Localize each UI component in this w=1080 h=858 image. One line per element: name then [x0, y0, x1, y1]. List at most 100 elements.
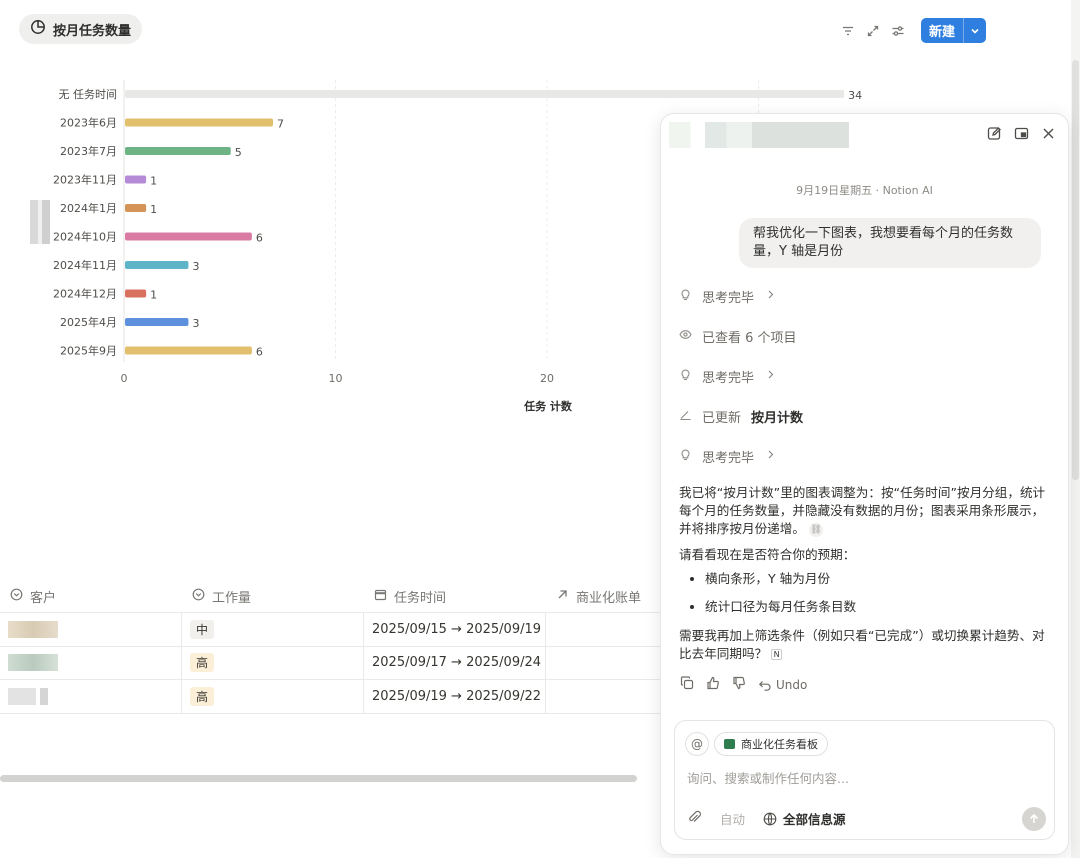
- client-cell[interactable]: [0, 680, 182, 713]
- new-button-group: 新建: [921, 18, 987, 43]
- undo-icon: [758, 680, 771, 691]
- ai-step-thinking[interactable]: 思考完毕: [679, 287, 777, 306]
- lightbulb-icon: [679, 288, 692, 305]
- chart-view-tab[interactable]: 按月任务数量: [19, 14, 143, 44]
- ai-step-thinking[interactable]: 思考完毕: [679, 367, 777, 386]
- ai-step-updated[interactable]: 已更新 按月计数: [679, 407, 803, 426]
- client-cell[interactable]: [0, 613, 182, 646]
- mention-button[interactable]: @: [685, 732, 709, 756]
- expand-icon[interactable]: [865, 23, 881, 39]
- y-category-label: 2024年10月: [53, 230, 117, 244]
- lightbulb-icon: [679, 448, 692, 465]
- undo-button[interactable]: Undo: [758, 678, 807, 692]
- picture-in-picture-icon[interactable]: [1014, 126, 1029, 141]
- composer-footer: 自动 全部信息源: [687, 809, 846, 828]
- redacted-client: [8, 620, 58, 638]
- filter-icon[interactable]: [840, 23, 856, 39]
- workload-cell[interactable]: 高: [182, 680, 364, 713]
- table-row[interactable]: 中 2025/09/15 → 2025/09/19: [0, 613, 660, 647]
- billing-cell[interactable]: [546, 613, 660, 646]
- column-header-workload[interactable]: 工作量: [182, 580, 364, 612]
- ai-step-viewed[interactable]: 已查看 6 个项目: [679, 327, 797, 346]
- list-item: 横向条形，Y 轴为月份: [705, 570, 1051, 588]
- horizontal-scrollbar[interactable]: [0, 775, 637, 782]
- bar: [125, 175, 147, 184]
- table-row[interactable]: 高 2025/09/19 → 2025/09/22: [0, 680, 660, 714]
- workload-tag: 高: [190, 653, 215, 673]
- globe-icon: [763, 812, 777, 825]
- chevron-right-icon: [764, 368, 777, 385]
- sources-label: 全部信息源: [783, 812, 846, 827]
- task-time-cell[interactable]: 2025/09/17 → 2025/09/24: [364, 646, 546, 679]
- ai-chat-panel: 9月19日星期五 · Notion AI 帮我优化一下图表，我想要看每个月的任务…: [660, 113, 1069, 855]
- y-category-label: 无 任务时间: [59, 88, 118, 101]
- column-header-task-time[interactable]: 任务时间: [364, 580, 546, 612]
- eye-icon: [679, 328, 692, 345]
- task-time-cell[interactable]: 2025/09/15 → 2025/09/19: [364, 613, 546, 646]
- vertical-scrollbar[interactable]: [1071, 0, 1080, 858]
- select-icon: [10, 588, 23, 605]
- answer-paragraph: 请看看现在是否符合你的预期：: [679, 547, 856, 562]
- answer-text: 需要我再加上筛选条件（例如只看“已完成”）或切换累计趋势、对比去年同期吗？: [679, 628, 1045, 661]
- table-header: 客户 工作量 任务时间 商业化账单: [0, 580, 660, 613]
- billing-cell[interactable]: [546, 647, 660, 680]
- ai-composer: @ 商业化任务看板 询问、搜索或制作任何内容... 自动 全部信息源: [674, 720, 1055, 840]
- ai-answer: 我已将“按月计数”里的图表调整为：按“任务时间”按月分组，统计每个月的任务数量，…: [679, 484, 1051, 538]
- column-label: 客户: [30, 590, 57, 606]
- user-message: 帮我优化一下图表，我想要看每个月的任务数量，Y 轴是月份: [739, 218, 1041, 268]
- step-text: 思考完毕: [702, 451, 755, 466]
- copy-icon[interactable]: [680, 676, 694, 693]
- bar: [125, 204, 147, 212]
- send-button[interactable]: [1022, 807, 1046, 831]
- database-table: 客户 工作量 任务时间 商业化账单 中 2025/09/15 → 2025/09…: [0, 580, 660, 714]
- notion-icon: N: [771, 649, 783, 660]
- new-dropdown-button[interactable]: [963, 18, 986, 43]
- context-chip[interactable]: 商业化任务看板: [714, 732, 828, 756]
- x-axis-title: 任务 计数: [523, 399, 573, 413]
- chevron-right-icon: [764, 288, 777, 305]
- attachment-icon[interactable]: [687, 810, 702, 828]
- thumbs-up-icon[interactable]: [706, 676, 720, 693]
- column-label: 商业化账单: [576, 590, 642, 606]
- chat-input[interactable]: 询问、搜索或制作任何内容...: [687, 768, 849, 787]
- data-label: 1: [150, 175, 157, 188]
- new-chat-icon[interactable]: [987, 126, 1002, 141]
- select-icon: [192, 588, 205, 605]
- column-header-billing[interactable]: 商业化账单: [546, 580, 660, 612]
- redacted-region: [30, 200, 50, 244]
- updated-item-name[interactable]: 按月计数: [751, 407, 803, 426]
- panel-header-actions: [987, 126, 1056, 141]
- new-button[interactable]: 新建: [921, 18, 963, 43]
- mode-auto-button[interactable]: 自动: [720, 809, 745, 828]
- workload-cell[interactable]: 中: [182, 613, 364, 646]
- column-header-client[interactable]: 客户: [0, 580, 182, 612]
- client-cell[interactable]: [0, 646, 182, 679]
- scrollbar-thumb[interactable]: [1072, 60, 1079, 480]
- ai-step-thinking[interactable]: 思考完毕: [679, 447, 777, 466]
- data-label: 3: [192, 317, 199, 330]
- date-range: 2025/09/19 → 2025/09/22: [372, 688, 542, 704]
- bar: [125, 118, 274, 127]
- sources-button[interactable]: 全部信息源: [763, 809, 846, 828]
- table-row[interactable]: 高 2025/09/17 → 2025/09/24: [0, 646, 660, 680]
- data-label: 6: [256, 232, 263, 245]
- workload-cell[interactable]: 高: [182, 646, 364, 679]
- settings-sliders-icon[interactable]: [890, 23, 906, 39]
- y-category-label: 2024年1月: [60, 201, 117, 215]
- redacted-client: [8, 654, 58, 672]
- y-category-label: 2023年11月: [53, 173, 117, 187]
- date-range: 2025/09/15 → 2025/09/19: [372, 621, 542, 637]
- task-time-cell[interactable]: 2025/09/19 → 2025/09/22: [364, 680, 546, 713]
- x-tick-label: 10: [329, 372, 343, 385]
- calendar-icon: [374, 588, 387, 605]
- close-icon[interactable]: [1041, 126, 1056, 141]
- step-text: 已更新: [702, 411, 742, 426]
- step-text: 思考完毕: [702, 371, 755, 386]
- chevron-down-icon: [971, 28, 979, 34]
- thumbs-down-icon[interactable]: [732, 676, 746, 693]
- redacted-client: [8, 687, 48, 705]
- answer-paragraph: 我已将“按月计数”里的图表调整为：按“任务时间”按月分组，统计每个月的任务数量，…: [679, 484, 1051, 538]
- data-label: 34: [848, 89, 862, 102]
- link-icon[interactable]: ⛓: [808, 522, 823, 537]
- billing-cell[interactable]: [546, 680, 660, 713]
